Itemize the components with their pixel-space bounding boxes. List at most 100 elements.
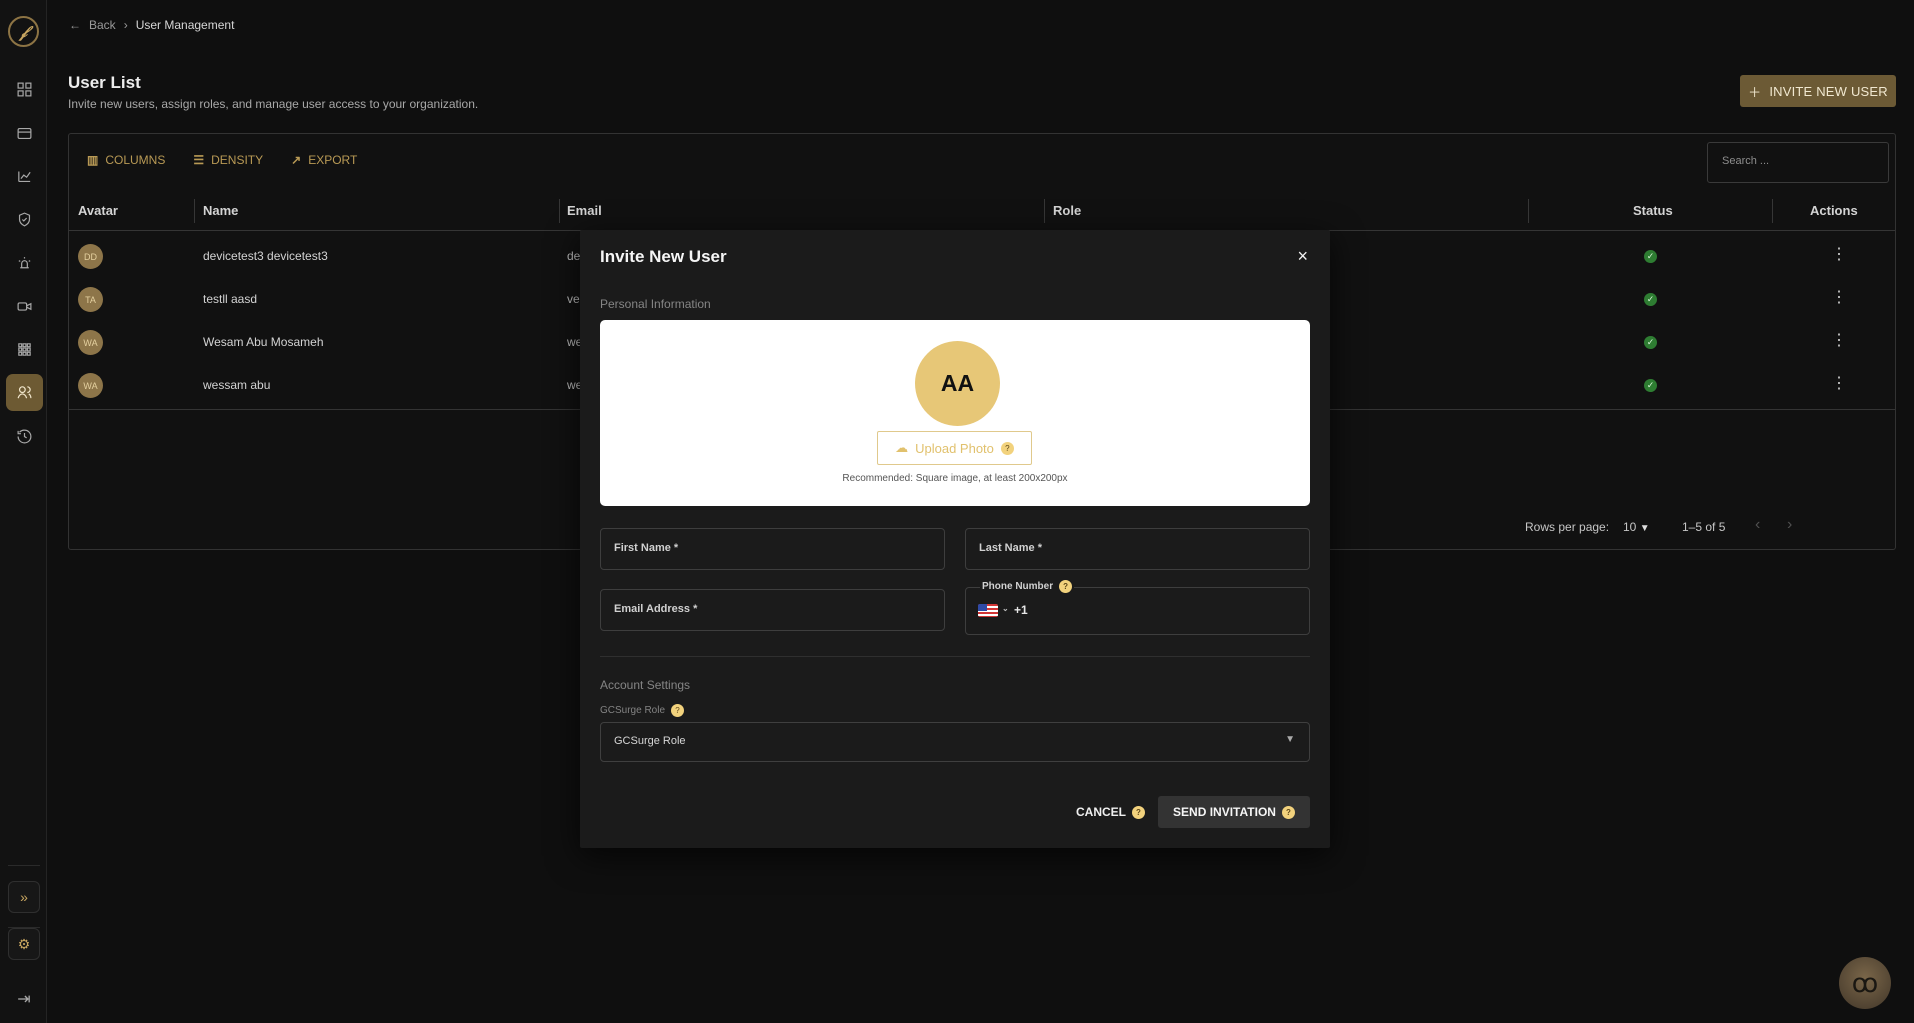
status-check-icon: ✓	[1644, 379, 1657, 392]
export-button[interactable]: ↗ EXPORT	[291, 153, 357, 167]
role-select-value: GCSurge Role	[614, 735, 686, 747]
user-email: de	[567, 249, 581, 263]
cloud-upload-icon: ☁	[895, 440, 909, 455]
cancel-button[interactable]: CANCEL?	[1076, 805, 1145, 819]
role-label: GCSurge Role?	[600, 704, 685, 717]
user-name: wessam abu	[203, 378, 271, 392]
invite-new-user-button[interactable]: ＋ INVITE NEW USER	[1740, 75, 1896, 107]
breadcrumb-current: User Management	[135, 18, 235, 32]
account-settings-label: Account Settings	[600, 678, 691, 692]
header-role[interactable]: Role	[1053, 203, 1081, 218]
user-name: devicetest3 devicetest3	[203, 249, 328, 263]
column-separator[interactable]	[1772, 199, 1773, 223]
invite-user-modal: Invite New User × Personal Information A…	[580, 230, 1330, 848]
table-toolbar: ▥ COLUMNS ☰ DENSITY ↗ EXPORT	[87, 153, 357, 167]
status-check-icon: ✓	[1644, 250, 1657, 263]
users-icon[interactable]	[6, 374, 43, 411]
column-separator[interactable]	[1044, 199, 1045, 223]
chart-icon[interactable]	[11, 163, 37, 189]
logout-icon[interactable]: ⇥	[11, 986, 37, 1012]
floating-help-logo[interactable]: ꚙ	[1839, 957, 1891, 1009]
row-actions-icon[interactable]: ⋮	[1831, 290, 1847, 306]
rows-per-page-label: Rows per page:	[1525, 520, 1610, 534]
breadcrumb: ← Back › User Management	[69, 18, 234, 32]
history-icon[interactable]	[11, 423, 37, 449]
phone-country-code: +1	[1014, 603, 1028, 617]
column-separator[interactable]	[1528, 199, 1529, 223]
density-icon: ☰	[193, 153, 205, 167]
email-field[interactable]: Email Address *	[600, 589, 945, 631]
columns-button[interactable]: ▥ COLUMNS	[87, 153, 165, 167]
modal-divider	[600, 656, 1310, 657]
header-name[interactable]: Name	[203, 203, 238, 218]
alarm-icon[interactable]	[11, 250, 37, 276]
rows-per-page-select[interactable]: 10 ▼	[1623, 520, 1650, 534]
user-email: ve	[567, 292, 580, 306]
help-icon: ?	[1132, 805, 1145, 819]
back-arrow-icon[interactable]: ←	[69, 18, 81, 32]
phone-number-field[interactable]: Phone Number? ⌄ +1	[965, 580, 1310, 635]
settings-icon[interactable]: ⚙	[8, 928, 40, 960]
help-icon: ?	[1000, 441, 1014, 455]
close-icon[interactable]: ×	[1297, 247, 1308, 265]
avatar: TA	[78, 287, 103, 312]
header-email[interactable]: Email	[567, 203, 602, 218]
export-icon: ↗	[291, 153, 302, 167]
last-name-field[interactable]: Last Name *	[965, 528, 1310, 570]
plus-icon: ＋	[1748, 84, 1762, 100]
camera-icon[interactable]	[11, 293, 37, 319]
previous-page-icon[interactable]: ‹	[1755, 516, 1760, 534]
avatar-preview: AA	[915, 341, 1000, 426]
row-actions-icon[interactable]: ⋮	[1831, 376, 1847, 392]
user-name: testll aasd	[203, 292, 258, 306]
search-input[interactable]: Search ...	[1707, 142, 1889, 183]
send-invitation-button[interactable]: SEND INVITATION?	[1158, 796, 1310, 828]
columns-label: COLUMNS	[105, 153, 166, 167]
card-icon[interactable]	[11, 120, 37, 146]
header-status[interactable]: Status	[1633, 203, 1673, 218]
pagination-range: 1–5 of 5	[1682, 520, 1726, 534]
send-invitation-label: SEND INVITATION	[1173, 805, 1276, 819]
personal-information-label: Personal Information	[600, 297, 711, 311]
help-icon: ?	[1059, 580, 1073, 593]
column-separator[interactable]	[194, 199, 195, 223]
first-name-field[interactable]: First Name *	[600, 528, 945, 570]
row-actions-icon[interactable]: ⋮	[1831, 247, 1847, 263]
chevron-down-icon: ▼	[1285, 734, 1295, 745]
sidebar: 𝒻 » ⚙ ⇥	[0, 0, 47, 1023]
us-flag-icon[interactable]	[978, 604, 998, 617]
export-label: EXPORT	[308, 153, 358, 167]
shield-icon[interactable]	[11, 206, 37, 232]
phone-number-label: Phone Number?	[980, 580, 1075, 593]
chevron-down-icon[interactable]: ⌄	[1002, 604, 1009, 613]
status-check-icon: ✓	[1644, 336, 1657, 349]
density-label: DENSITY	[211, 153, 264, 167]
next-page-icon[interactable]: ›	[1787, 516, 1792, 534]
invite-new-user-label: INVITE NEW USER	[1769, 83, 1888, 99]
photo-panel: AA ☁ Upload Photo ? Recommended: Square …	[600, 320, 1310, 506]
avatar: WA	[78, 330, 103, 355]
back-link[interactable]: Back	[89, 18, 116, 32]
breadcrumb-separator: ›	[123, 18, 128, 32]
density-button[interactable]: ☰ DENSITY	[193, 153, 263, 167]
expand-sidebar-icon[interactable]: »	[8, 881, 40, 913]
help-icon: ?	[1281, 805, 1295, 819]
grid-icon[interactable]	[11, 336, 37, 362]
role-select[interactable]: GCSurge Role ▼	[600, 722, 1310, 762]
header-avatar[interactable]: Avatar	[78, 203, 118, 218]
chevron-down-icon: ▼	[1639, 523, 1650, 534]
page-subtitle: Invite new users, assign roles, and mana…	[68, 97, 479, 111]
upload-photo-button[interactable]: ☁ Upload Photo ?	[877, 431, 1032, 465]
header-actions: Actions	[1810, 203, 1858, 218]
role-label-text: GCSurge Role	[600, 705, 666, 716]
phone-number-label-text: Phone Number	[982, 581, 1054, 592]
photo-recommendation: Recommended: Square image, at least 200x…	[842, 473, 1068, 484]
logo: 𝒻	[8, 16, 39, 47]
columns-icon: ▥	[87, 153, 99, 167]
table-header: Avatar Name Email Role Status Actions	[69, 191, 1895, 231]
dashboard-icon[interactable]	[11, 76, 37, 102]
row-actions-icon[interactable]: ⋮	[1831, 333, 1847, 349]
upload-photo-label: Upload Photo	[915, 440, 994, 456]
user-name: Wesam Abu Mosameh	[203, 335, 324, 349]
column-separator[interactable]	[559, 199, 560, 223]
